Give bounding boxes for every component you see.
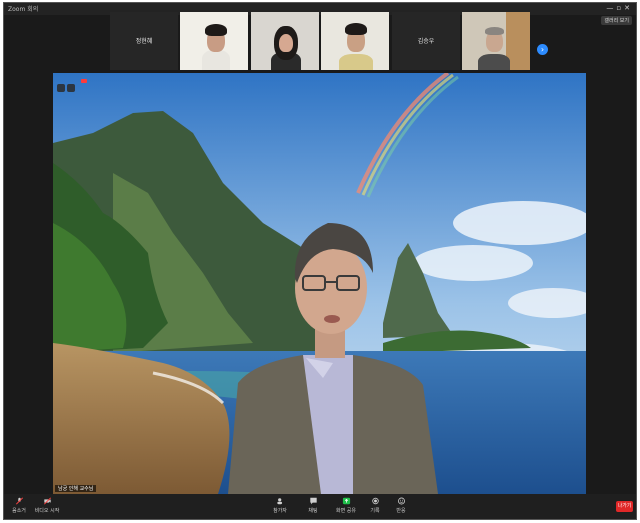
- participant-shirt: [339, 54, 373, 70]
- window-controls[interactable]: —▫✕: [606, 4, 633, 12]
- start-video-label: 비디오 시작: [34, 508, 60, 514]
- video-icon: [43, 497, 51, 505]
- record-icon: [371, 497, 379, 505]
- speaker-mouth: [324, 315, 340, 323]
- participant-tile[interactable]: [251, 12, 319, 70]
- pin-icon[interactable]: [57, 84, 65, 92]
- speaker-name-tag: 남궁 인해 교수님: [55, 485, 97, 492]
- participant-tile[interactable]: [462, 12, 530, 70]
- participant-face: [279, 34, 293, 52]
- gallery-view-button[interactable]: 갤러리 보기: [601, 16, 632, 25]
- video-overlay-controls[interactable]: [57, 77, 77, 96]
- reactions-label: 반응: [396, 508, 406, 514]
- participant-tile[interactable]: 정현혜: [110, 12, 178, 70]
- chat-label: 채팅: [308, 508, 318, 514]
- participant-tile[interactable]: 김승우: [392, 12, 460, 70]
- participant-hair: [205, 24, 227, 36]
- recording-indicator-icon: [81, 79, 87, 83]
- next-page-button[interactable]: ›: [537, 44, 548, 55]
- participant-name: 김승우: [417, 38, 435, 45]
- share-screen-button[interactable]: 화면 공유: [333, 497, 359, 514]
- record-label: 기록: [370, 508, 380, 514]
- participant-hair: [485, 27, 504, 35]
- participants-icon: [276, 498, 282, 505]
- participant-name: 정현혜: [135, 38, 153, 45]
- mute-button[interactable]: 음소거: [6, 497, 32, 514]
- more-icon[interactable]: [67, 84, 75, 92]
- reactions-icon: [397, 497, 405, 505]
- active-speaker-video[interactable]: 남궁 인해 교수님: [53, 73, 586, 494]
- cloud: [413, 245, 533, 281]
- share-screen-icon: [342, 497, 350, 505]
- participant-strip: 정현혜 김승우 ›: [4, 12, 636, 70]
- participant-tile[interactable]: [321, 12, 389, 70]
- participants-label: 참가자: [273, 508, 287, 514]
- virtual-background: [53, 73, 586, 494]
- participants-button[interactable]: 참가자: [267, 497, 293, 514]
- leave-meeting-button[interactable]: 나가기: [616, 501, 633, 512]
- chat-button[interactable]: 채팅: [300, 497, 326, 514]
- participant-tile[interactable]: [180, 12, 248, 70]
- mute-label: 음소거: [12, 508, 26, 514]
- participant-shirt: [478, 54, 510, 70]
- share-screen-label: 화면 공유: [336, 508, 356, 514]
- zoom-window: Zoom 회의 —▫✕ 정현혜 김승우 › 갤러리 보기 남궁 인해 교수님 음…: [3, 2, 637, 520]
- reactions-button[interactable]: 반응: [388, 497, 414, 514]
- record-button[interactable]: 기록: [362, 497, 388, 514]
- meeting-toolbar: 음소거 비디오 시작 참가자 채팅 화면 공유 기록 반응 나가기: [4, 494, 636, 519]
- participant-hair: [345, 23, 367, 35]
- chat-icon: [309, 497, 317, 505]
- mic-icon: [15, 497, 23, 505]
- participant-shirt: [202, 50, 230, 70]
- start-video-button[interactable]: 비디오 시작: [34, 497, 60, 514]
